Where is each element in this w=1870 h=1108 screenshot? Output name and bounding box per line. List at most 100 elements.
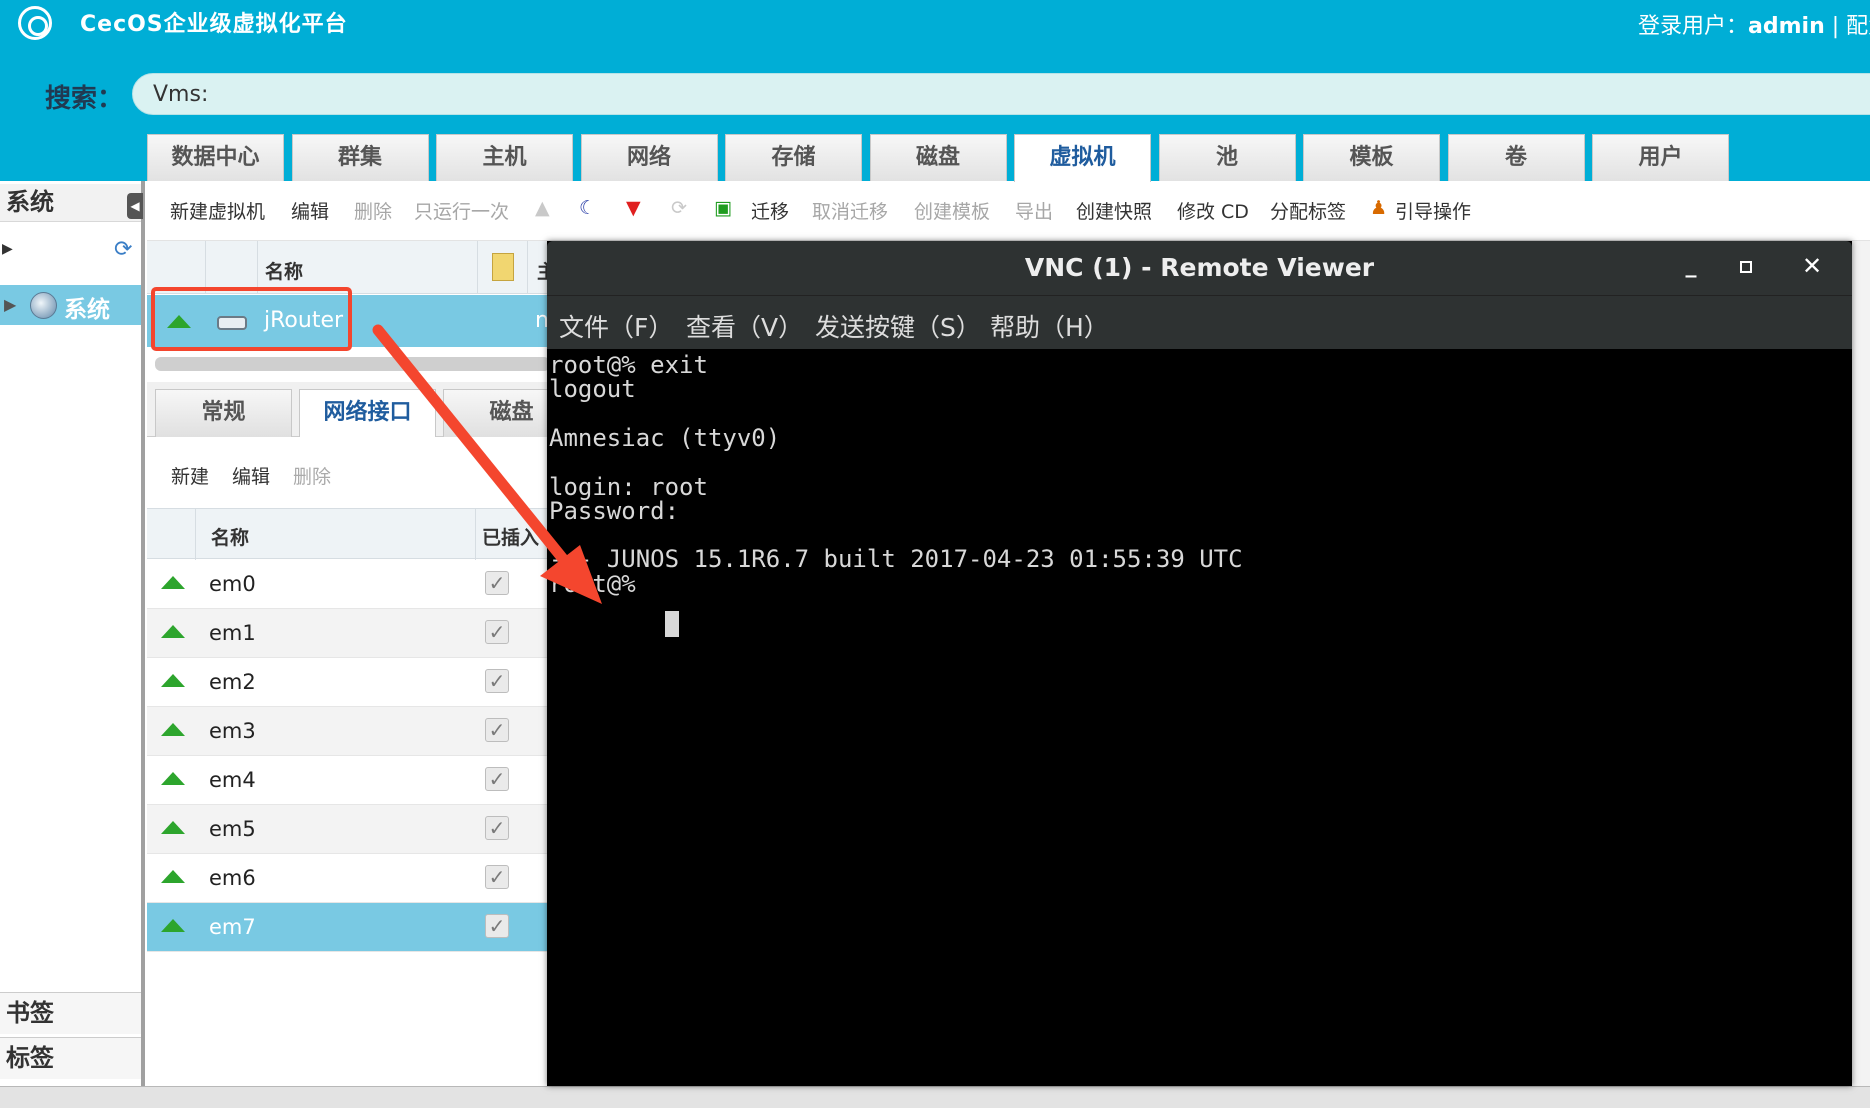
migrate-button[interactable]: 迁移 bbox=[751, 197, 789, 224]
create-template-button[interactable]: 创建模板 bbox=[914, 197, 990, 224]
user-label: 登录用户： bbox=[1638, 14, 1749, 39]
run-once-button[interactable]: 只运行一次 bbox=[414, 197, 509, 224]
refresh-icon[interactable]: ⟳ bbox=[114, 237, 132, 262]
edit-button[interactable]: 编辑 bbox=[291, 197, 329, 224]
plugged-checkbox[interactable]: ✓ bbox=[485, 571, 509, 595]
tags-panel[interactable]: 标签 bbox=[0, 1037, 141, 1079]
nic-name: em6 bbox=[209, 866, 256, 890]
config-link[interactable]: | 配置 bbox=[1825, 14, 1870, 39]
terminal-console[interactable]: root@% exit logout Amnesiac (ttyv0) login: … bbox=[547, 349, 1852, 1086]
menu-file[interactable]: 文件（F） bbox=[559, 308, 673, 344]
nic-name: em3 bbox=[209, 719, 256, 743]
shutdown-icon[interactable]: ▼ bbox=[626, 197, 641, 219]
guide-button[interactable]: 引导操作 bbox=[1395, 197, 1471, 224]
main-tab[interactable]: 模板 bbox=[1303, 134, 1440, 181]
assign-tags-button[interactable]: 分配标签 bbox=[1270, 197, 1346, 224]
comment-note-icon[interactable] bbox=[492, 253, 514, 281]
terminal-line: Amnesiac (ttyv0) bbox=[549, 423, 781, 452]
nic-edit-button[interactable]: 编辑 bbox=[232, 462, 270, 489]
left-sidebar: 系统 ◀ ▶ ⟳ ▶ 系统 书签 标签 bbox=[0, 181, 145, 1086]
main-tab[interactable]: 池 bbox=[1158, 134, 1296, 181]
terminal-line: root@% bbox=[549, 569, 651, 598]
search-label: 搜索： bbox=[45, 84, 124, 114]
reboot-icon[interactable]: ⟳ bbox=[671, 197, 687, 219]
delete-button[interactable]: 删除 bbox=[354, 197, 392, 224]
nic-row[interactable]: em6 ✓ bbox=[147, 854, 557, 903]
main-tab[interactable]: 主机 bbox=[436, 134, 573, 181]
nic-name: em7 bbox=[209, 915, 256, 939]
plugged-checkbox[interactable]: ✓ bbox=[485, 865, 509, 889]
plugged-checkbox[interactable]: ✓ bbox=[485, 669, 509, 693]
status-up-icon bbox=[161, 576, 185, 589]
minimize-icon[interactable]: _ bbox=[1676, 251, 1706, 281]
nic-row[interactable]: em4 ✓ bbox=[147, 756, 557, 805]
main-tab[interactable]: 卷 bbox=[1447, 134, 1585, 181]
maximize-icon[interactable] bbox=[1740, 261, 1752, 273]
export-button[interactable]: 导出 bbox=[1015, 197, 1053, 224]
cancel-migrate-button[interactable]: 取消迁移 bbox=[812, 197, 888, 224]
terminal-line: Password: bbox=[549, 496, 680, 525]
terminal-line: --- JUNOS 15.1R6.7 built 2017-04-23 01:5… bbox=[549, 545, 1243, 574]
nic-delete-button[interactable]: 删除 bbox=[293, 462, 331, 489]
horizontal-scrollbar[interactable] bbox=[155, 357, 550, 371]
annotation-highlight-box bbox=[151, 287, 352, 351]
main-tab[interactable]: 网络 bbox=[580, 134, 718, 181]
logo-icon bbox=[18, 6, 52, 40]
tree-item-system[interactable]: ▶ 系统 bbox=[0, 285, 141, 325]
sub-tab[interactable]: 常规 bbox=[155, 389, 292, 437]
top-header: CecOS企业级虚拟化平台 登录用户：admin | 配置 搜索： 数据中心群集… bbox=[0, 0, 1870, 182]
new-vm-button[interactable]: 新建虚拟机 bbox=[170, 197, 265, 224]
nic-name: em4 bbox=[209, 768, 256, 792]
nic-row[interactable]: em2 ✓ bbox=[147, 658, 557, 707]
nic-grid: 名称 已插入 em0 ✓ em1 ✓ em2 ✓ em3 ✓ em4 ✓ em5 ✓ em6 ✓ em7 ✓ bbox=[147, 508, 557, 1086]
column-header-name[interactable]: 名称 bbox=[211, 523, 249, 550]
sub-tab[interactable]: 网络接口 bbox=[299, 389, 436, 437]
terminal-line: logout bbox=[549, 375, 636, 404]
main-tab[interactable]: 用户 bbox=[1592, 134, 1729, 181]
guide-person-icon[interactable]: ♟ bbox=[1370, 197, 1387, 219]
menu-send-key[interactable]: 发送按键（S） bbox=[815, 308, 981, 344]
column-header-plugged[interactable]: 已插入 bbox=[482, 523, 539, 550]
main-tab[interactable]: 群集 bbox=[291, 134, 429, 181]
nic-row[interactable]: em3 ✓ bbox=[147, 707, 557, 756]
collapse-sidebar-button[interactable]: ◀ bbox=[127, 193, 143, 219]
column-header-name[interactable]: 名称 bbox=[265, 257, 303, 284]
status-up-icon bbox=[161, 870, 185, 883]
console-icon[interactable]: ▣ bbox=[714, 197, 732, 219]
change-cd-button[interactable]: 修改 CD bbox=[1177, 197, 1249, 224]
nic-row[interactable]: em0 ✓ bbox=[147, 560, 557, 609]
create-snapshot-button[interactable]: 创建快照 bbox=[1076, 197, 1152, 224]
nic-row[interactable]: em1 ✓ bbox=[147, 609, 557, 658]
nic-grid-header: 名称 已插入 bbox=[147, 508, 557, 560]
user-name[interactable]: admin bbox=[1748, 14, 1825, 39]
plugged-checkbox[interactable]: ✓ bbox=[485, 620, 509, 644]
plugged-checkbox[interactable]: ✓ bbox=[485, 767, 509, 791]
bookmarks-panel[interactable]: 书签 bbox=[0, 992, 141, 1034]
vnc-menubar: 文件（F） 查看（V） 发送按键（S） 帮助（H） bbox=[547, 295, 1852, 349]
background-panel-edge bbox=[1850, 241, 1870, 1086]
search-input[interactable] bbox=[132, 73, 1870, 115]
vnc-window[interactable]: VNC (1) - Remote Viewer _ ✕ 文件（F） 查看（V） … bbox=[547, 241, 1852, 1086]
run-icon[interactable]: ▲ bbox=[535, 197, 550, 219]
sub-tab-bar: 常规 网络接口 磁盘 bbox=[147, 382, 580, 437]
close-icon[interactable]: ✕ bbox=[1797, 251, 1827, 281]
tree-expand-arrow-icon[interactable]: ▶ bbox=[4, 295, 16, 314]
expand-arrow-icon[interactable]: ▶ bbox=[2, 241, 13, 257]
nic-new-button[interactable]: 新建 bbox=[171, 462, 209, 489]
plugged-checkbox[interactable]: ✓ bbox=[485, 914, 509, 938]
main-tab[interactable]: 数据中心 bbox=[147, 134, 284, 181]
status-up-icon bbox=[161, 723, 185, 736]
suspend-moon-icon[interactable]: ☾ bbox=[579, 197, 596, 219]
main-tab[interactable]: 虚拟机 bbox=[1014, 134, 1151, 182]
menu-view[interactable]: 查看（V） bbox=[686, 308, 803, 344]
main-tab[interactable]: 磁盘 bbox=[869, 134, 1007, 181]
vnc-titlebar[interactable]: VNC (1) - Remote Viewer _ ✕ bbox=[547, 241, 1852, 295]
nic-row[interactable]: em5 ✓ bbox=[147, 805, 557, 854]
menu-help[interactable]: 帮助（H） bbox=[990, 308, 1109, 344]
main-tab[interactable]: 存储 bbox=[725, 134, 862, 181]
nic-row[interactable]: em7 ✓ bbox=[147, 903, 557, 952]
status-up-icon bbox=[161, 821, 185, 834]
plugged-checkbox[interactable]: ✓ bbox=[485, 816, 509, 840]
plugged-checkbox[interactable]: ✓ bbox=[485, 718, 509, 742]
sidebar-title: 系统 bbox=[0, 184, 141, 222]
